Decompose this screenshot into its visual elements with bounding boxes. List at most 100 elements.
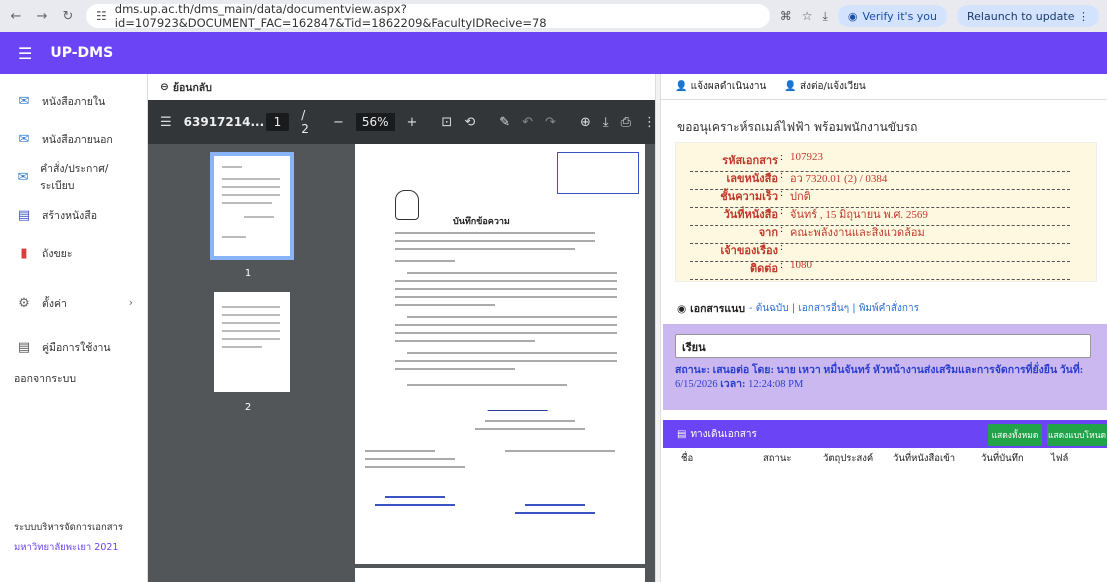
hamburger-menu-icon[interactable]: ☰ [18,44,32,63]
page-text-line [407,272,617,274]
sidebar-toggle-icon[interactable]: ☰ [160,115,172,130]
sidebar-item-internal[interactable]: ✉ หนังสือภายใน [0,82,147,120]
column-header: วันที่หนังสือเข้า [893,452,956,464]
back-arrow-icon[interactable]: ← [8,9,24,24]
zoom-level-input[interactable]: 56% [355,113,395,131]
document-page-2 [355,568,645,582]
rotate-icon[interactable]: ⟲ [464,115,475,130]
forward-arrow-icon[interactable]: → [34,9,50,24]
document-info-box: รหัสเอกสาร: 107923 เลขหนังสือ: อว 7320.0… [675,142,1097,282]
page-text-line [395,296,617,298]
sidebar-item-settings[interactable]: ⚙ ตั้งค่า › [0,284,147,322]
comment-panel: เรียน สถานะ: เสนอต่อ โดย: นาย เหวา หมื่น… [663,324,1107,410]
person-icon: 👤 [784,81,797,92]
undo-icon[interactable]: ↶ [522,115,533,130]
memo-heading: บันทึกข้อความ [453,217,510,227]
browser-toolbar: ← → ↻ ☷ dms.up.ac.th/dms_main/data/docum… [0,0,1107,32]
page-text-line [395,340,535,342]
forward-link[interactable]: 👤 ส่งต่อ/แจ้งเวียน [784,79,865,94]
show-tree-button[interactable]: แสดงแบบโหนด [1047,424,1107,446]
university-seal-logo [395,190,419,220]
sidebar-item-create[interactable]: ▤ สร้างหนังสือ [0,196,147,234]
pdf-file-title: 63917214... [183,115,265,129]
back-link[interactable]: ⊖ ย้อนกลับ [148,74,660,100]
sidebar: ✉ หนังสือภายใน ✉ หนังสือภายนอก ✉ คำสั่ง/… [0,74,148,582]
bookmark-star-icon[interactable]: ☆ [802,9,813,23]
manual-icon: ▤ [17,339,31,355]
address-bar[interactable]: ☷ dms.up.ac.th/dms_main/data/documentvie… [86,2,770,30]
page-text-line [407,352,617,354]
sidebar-item-trash[interactable]: ▮ ถังขยะ [0,234,147,272]
column-header: วัตถุประสงค์ [823,452,874,464]
detail-panel: 👤 แจ้งผลดำเนินงาน 👤 ส่งต่อ/แจ้งเวียน ขออ… [661,74,1107,582]
account-icon: ◉ [847,9,858,23]
report-progress-link[interactable]: 👤 แจ้งผลดำเนินงาน [675,79,766,94]
comment-textarea[interactable]: เรียน [675,334,1091,358]
page-text-line [525,504,585,506]
sidebar-footer: ระบบบริหารจัดการเอกสาร มหาวิทยาลัยพะเยา … [14,518,123,558]
page-text-line [485,420,575,422]
column-header: สถานะ [763,452,792,464]
sidebar-item-external[interactable]: ✉ หนังสือภายนอก [0,120,147,158]
page-thumbnail-2[interactable] [214,292,290,392]
site-settings-icon[interactable]: ☷ [96,9,107,23]
gear-icon: ⚙ [18,295,30,311]
print-icon[interactable]: ⎙ [621,115,631,130]
zoom-out-icon[interactable]: − [333,115,344,130]
verify-button[interactable]: ◉ Verify it's you [837,5,948,27]
fit-page-icon[interactable]: ⊡ [441,115,452,130]
thumb-text-line [222,166,242,168]
column-header: ไฟล์ [1051,452,1069,464]
organization-name: มหาวิทยาลัยพะเยา 2021 [14,542,119,553]
page-text-line [505,450,615,452]
show-all-button[interactable]: แสดงทั้งหมด [988,424,1042,446]
thumb-text-line [222,314,280,316]
signature-mark [487,397,553,411]
status-line: สถานะ: เสนอต่อ โดย: นาย เหวา หมื่นจันทร์… [675,365,1084,390]
person-icon: 👤 [675,81,688,92]
page-number-input[interactable]: 1 [265,113,290,131]
thumb-text-line [222,306,280,308]
page-text-line [365,458,455,460]
app-brand[interactable]: UP-DMS [50,45,113,61]
page-text-line [407,384,567,386]
page-text-line [385,496,445,498]
thumb-text-line [222,338,280,340]
chevron-right-icon: › [128,297,133,309]
page-text-line [365,466,465,468]
thumb-text-line [222,186,280,188]
page-text-line [395,288,617,290]
thumbnail-panel: 1 2 [148,144,348,582]
thumb-text-line [222,202,272,204]
trash-icon: ▮ [20,245,28,261]
add-annotation-icon[interactable]: ⊕ [580,115,591,130]
thumb-text-line [222,322,280,324]
outbox-envelope-icon: ✉ [18,131,30,147]
thumb-text-line [222,178,280,180]
attachment-links[interactable]: - ต้นฉบับ | เอกสารอื่นๆ | พิมพ์คำสั่งการ [749,301,919,316]
page-thumbnail-1[interactable] [210,152,294,260]
sidebar-item-orders[interactable]: ✉ คำสั่ง/ประกาศ/ระเบียบ [0,158,147,196]
thumbnail-label-2: 2 [244,402,252,413]
eye-icon: ◉ [677,302,687,315]
redo-icon[interactable]: ↷ [545,115,556,130]
page-text-line [395,260,455,262]
relaunch-button[interactable]: Relaunch to update ⋮ [957,5,1099,27]
page-text-line [395,324,617,326]
sidebar-item-logout[interactable]: ออกจากระบบ [0,366,147,390]
zoom-in-icon[interactable]: + [407,115,418,130]
pdf-viewer: ☰ 63917214... 1 / 2 − 56% + ⊡ ⟲ ✎ ↶ ↷ ⊕ … [148,100,656,582]
sidebar-item-manual[interactable]: ▤ คู่มือการใช้งาน [0,328,147,366]
document-route-header: ▤ ทางเดินเอกสาร แสดงทั้งหมด แสดงแบบโหนด [663,420,1107,448]
draw-icon[interactable]: ✎ [499,115,510,130]
thumb-text-line [222,346,262,348]
download-icon[interactable]: ⤓ [603,115,609,130]
translate-icon[interactable]: ⌘ [780,9,792,23]
reload-icon[interactable]: ↻ [60,9,76,24]
back-circle-icon: ⊖ [160,81,169,93]
download-icon[interactable]: ⤓ [823,9,828,24]
page-text-line [407,316,617,318]
column-header: ชื่อ [681,452,694,464]
route-table-header: ชื่อ สถานะ วัตถุประสงค์ วันที่หนังสือเข้… [663,448,1107,468]
page-text-line [365,450,435,452]
